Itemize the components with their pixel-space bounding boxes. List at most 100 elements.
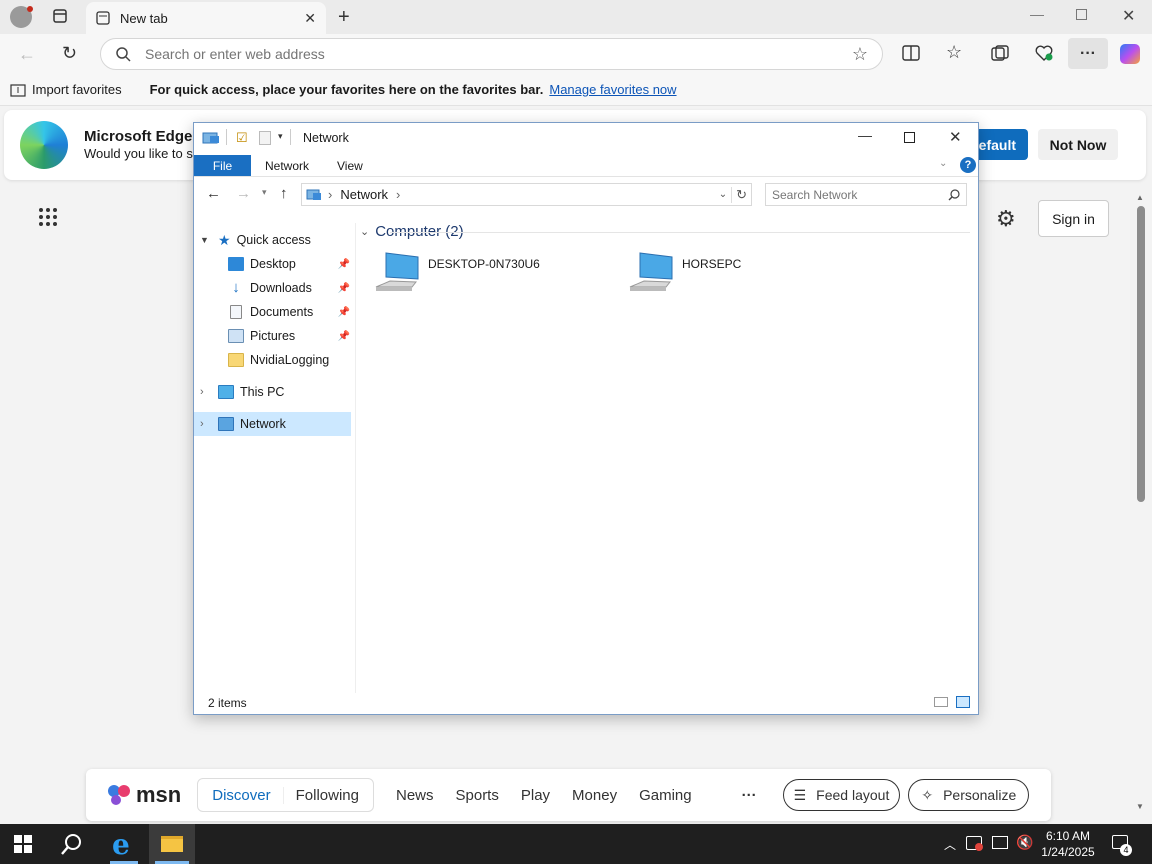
group-collapse-icon[interactable]: ⌄	[360, 225, 369, 238]
defender-status-icon[interactable]	[966, 836, 983, 851]
pin-icon[interactable]: 📌	[338, 283, 350, 294]
close-tab-icon[interactable]: ✕	[304, 10, 316, 27]
tab-view[interactable]: View	[323, 155, 377, 176]
nav-up-icon[interactable]: ↑	[280, 185, 288, 202]
scroll-down-arrow-icon[interactable]: ▼	[1136, 802, 1144, 811]
expand-chevron-icon[interactable]: ›	[200, 386, 212, 398]
settings-and-more-button[interactable]: ···	[1068, 38, 1108, 69]
address-dropdown-icon[interactable]: ⌄	[719, 189, 727, 200]
network-status-icon[interactable]	[992, 836, 1008, 849]
show-hidden-icons-icon[interactable]: ︿	[944, 836, 956, 853]
favorite-star-icon[interactable]: ☆	[852, 44, 868, 65]
import-favorites-link[interactable]: Import favorites	[32, 82, 122, 97]
tree-downloads[interactable]: ↓ Downloads 📌	[228, 276, 350, 300]
large-icons-view-icon[interactable]	[956, 696, 970, 708]
tab-network[interactable]: Network	[251, 155, 323, 176]
tab-discover[interactable]: Discover	[200, 786, 284, 804]
expand-chevron-icon[interactable]: ›	[200, 418, 212, 430]
new-tab-button[interactable]: +	[338, 6, 350, 29]
tree-this-pc[interactable]: › This PC	[200, 380, 284, 404]
new-folder-icon[interactable]	[259, 131, 271, 145]
computer-item[interactable]: HORSEPC	[628, 251, 848, 295]
explorer-minimize-button[interactable]: —	[858, 127, 872, 143]
details-view-icon[interactable]	[934, 697, 948, 707]
copilot-icon[interactable]	[1120, 44, 1140, 64]
import-favorites-icon[interactable]	[10, 83, 26, 97]
tree-label: Quick access	[236, 233, 311, 247]
msn-feed-bar: msn Discover Following News Sports Play …	[86, 769, 1051, 821]
not-now-button[interactable]: Not Now	[1038, 129, 1118, 160]
taskbar-clock[interactable]: 6:10 AM 1/24/2025	[1038, 828, 1098, 860]
minimize-button[interactable]: —	[1030, 6, 1044, 22]
pin-icon[interactable]: 📌	[338, 259, 350, 270]
tree-documents[interactable]: Documents 📌	[228, 300, 350, 324]
nav-back-icon[interactable]: ←	[206, 185, 221, 202]
start-windows-icon[interactable]	[14, 835, 32, 856]
collapse-chevron-icon[interactable]: ▼	[200, 235, 212, 245]
tab-new-tab[interactable]: New tab ✕	[86, 2, 326, 34]
explorer-search-box[interactable]: Search Network	[765, 183, 967, 206]
properties-icon[interactable]: ☑	[236, 130, 248, 146]
refresh-button[interactable]: ↻	[62, 43, 77, 64]
computer-item[interactable]: DESKTOP-0N730U6	[374, 251, 594, 295]
tree-quick-access[interactable]: ▼ ★ Quick access	[200, 228, 311, 252]
computer-icon	[375, 252, 419, 291]
address-breadcrumb[interactable]: › Network › ⌄ ↻	[301, 183, 752, 206]
tab-file[interactable]: File	[194, 155, 251, 176]
help-icon[interactable]: ?	[960, 157, 976, 173]
more-tabs-button[interactable]: ···	[742, 787, 757, 804]
msn-logo[interactable]: msn	[136, 782, 181, 808]
navigation-pane: ▼ ★ Quick access Desktop 📌 ↓ Downloads 📌…	[194, 223, 356, 693]
favorites-icon[interactable]: ☆	[946, 42, 962, 63]
tab-title: New tab	[120, 10, 168, 26]
explorer-close-button[interactable]: ✕	[949, 128, 962, 146]
recent-locations-icon[interactable]: ▾	[262, 187, 267, 198]
scrollbar-thumb[interactable]	[1137, 206, 1145, 502]
taskbar-file-explorer-icon[interactable]	[149, 824, 195, 864]
taskbar-edge-icon[interactable]: e	[104, 824, 144, 864]
breadcrumb-chevron-icon[interactable]: ›	[396, 187, 400, 202]
tree-label: Desktop	[250, 257, 296, 271]
tab-following[interactable]: Following	[284, 787, 371, 804]
feed-layout-button[interactable]: ☰ Feed layout	[782, 779, 901, 811]
tree-desktop[interactable]: Desktop 📌	[228, 252, 350, 276]
tab-gaming[interactable]: Gaming	[639, 787, 692, 804]
volume-muted-icon[interactable]: 🔇	[1016, 834, 1033, 851]
collections-icon[interactable]	[991, 45, 1009, 61]
expand-ribbon-icon[interactable]: ⌄	[939, 158, 947, 169]
manage-favorites-link[interactable]: Manage favorites now	[549, 82, 676, 97]
browser-essentials-icon[interactable]	[1035, 45, 1053, 61]
tab-money[interactable]: Money	[572, 787, 617, 804]
back-button[interactable]: ←	[18, 44, 36, 65]
close-window-button[interactable]: ✕	[1122, 6, 1135, 26]
tree-pictures[interactable]: Pictures 📌	[228, 324, 350, 348]
downloads-arrow-icon: ↓	[232, 279, 240, 296]
tree-nvidialogging[interactable]: NvidiaLogging	[228, 348, 329, 372]
title-divider	[290, 129, 291, 145]
tab-news[interactable]: News	[396, 787, 434, 804]
scroll-up-arrow-icon[interactable]: ▲	[1136, 193, 1144, 202]
personalize-button[interactable]: ✧ Personalize	[908, 779, 1030, 811]
explorer-maximize-button[interactable]	[904, 132, 915, 143]
nav-forward-icon[interactable]: →	[236, 185, 251, 202]
page-settings-gear-icon[interactable]: ⚙	[996, 206, 1016, 232]
tab-sports[interactable]: Sports	[456, 787, 499, 804]
tree-label: Network	[240, 417, 286, 431]
tree-network[interactable]: › Network	[194, 412, 351, 436]
pin-icon[interactable]: 📌	[338, 307, 350, 318]
taskbar-search-icon[interactable]	[60, 833, 84, 860]
sign-in-button[interactable]: Sign in	[1038, 200, 1109, 237]
restore-button[interactable]	[1076, 9, 1087, 20]
refresh-icon[interactable]: ↻	[731, 186, 751, 203]
pin-icon[interactable]: 📌	[338, 331, 350, 342]
address-input[interactable]	[145, 46, 838, 62]
tab-play[interactable]: Play	[521, 787, 550, 804]
customize-qat-icon[interactable]: ▾	[278, 131, 283, 142]
split-screen-icon[interactable]	[902, 45, 920, 61]
breadcrumb-network[interactable]: Network	[340, 187, 388, 202]
tab-actions-icon[interactable]	[52, 8, 68, 24]
address-bar[interactable]: ☆	[100, 38, 883, 70]
apps-launcher-icon[interactable]	[37, 206, 59, 228]
edge-logo	[20, 121, 68, 169]
feed-layout-label: Feed layout	[816, 787, 890, 803]
